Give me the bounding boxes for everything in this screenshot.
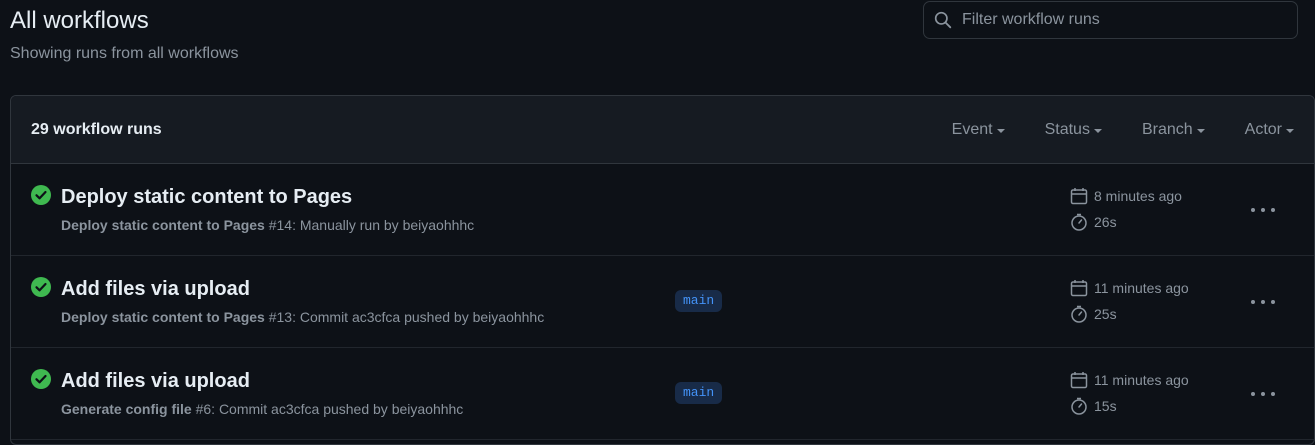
- kebab-dot: [1251, 392, 1255, 396]
- run-detail: #13: Commit ac3cfca pushed by beiyaohhhc: [264, 309, 545, 325]
- run-detail: #14: Manually run by beiyaohhhc: [264, 217, 475, 233]
- kebab-dot: [1271, 300, 1275, 304]
- check-circle-icon: [31, 277, 51, 297]
- filter-bar: Event Status Branch Actor: [952, 121, 1294, 139]
- run-time-label: 11 minutes ago: [1094, 372, 1189, 388]
- run-duration: 25s: [1070, 305, 1117, 323]
- run-duration: 26s: [1070, 213, 1117, 231]
- status-filter-dropdown[interactable]: Status: [1045, 121, 1102, 139]
- kebab-dot: [1261, 208, 1265, 212]
- branch-badge[interactable]: main: [675, 290, 723, 312]
- more-options-button[interactable]: [1248, 382, 1278, 406]
- stopwatch-icon: [1071, 397, 1087, 415]
- workflow-run-row[interactable]: Deploy static content to Pages Deploy st…: [11, 164, 1314, 256]
- kebab-dot: [1271, 392, 1275, 396]
- run-time-label: 8 minutes ago: [1094, 188, 1182, 204]
- page-subtitle: Showing runs from all workflows: [10, 45, 239, 62]
- page-title: All workflows: [10, 7, 149, 34]
- run-time-label: 11 minutes ago: [1094, 280, 1189, 296]
- branch-filter-label: Branch: [1141, 120, 1193, 138]
- calendar-icon: [1070, 280, 1088, 297]
- kebab-dot: [1261, 392, 1265, 396]
- stopwatch-icon: [1071, 213, 1087, 231]
- actor-filter-label: Actor: [1244, 120, 1282, 138]
- actor-filter-dropdown[interactable]: Actor: [1245, 121, 1294, 139]
- status-filter-label: Status: [1044, 120, 1090, 138]
- run-workflow-name: Deploy static content to Pages: [61, 309, 265, 325]
- check-circle-icon: [31, 185, 51, 205]
- run-title-link[interactable]: Add files via upload: [61, 369, 250, 393]
- workflow-runs-list: 29 workflow runs Event Status Branch Act…: [10, 95, 1315, 445]
- search-icon: [934, 11, 952, 29]
- run-duration-label: 26s: [1094, 214, 1117, 230]
- stopwatch-icon: [1071, 305, 1087, 323]
- run-meta: Generate config file #6: Commit ac3cfca …: [61, 400, 463, 418]
- kebab-dot: [1261, 300, 1265, 304]
- calendar-icon: [1070, 372, 1088, 389]
- calendar-icon: [1070, 188, 1088, 205]
- run-meta: Deploy static content to Pages #13: Comm…: [61, 308, 544, 326]
- event-filter-label: Event: [951, 120, 993, 138]
- filter-runs-input[interactable]: [962, 11, 1282, 29]
- run-detail: #6: Commit ac3cfca pushed by beiyaohhhc: [191, 401, 464, 417]
- run-time: 11 minutes ago: [1070, 371, 1189, 389]
- kebab-dot: [1251, 300, 1255, 304]
- kebab-dot: [1251, 208, 1255, 212]
- chevron-down-icon: [1093, 128, 1102, 133]
- filter-runs-search[interactable]: [923, 1, 1298, 39]
- run-time: 11 minutes ago: [1070, 279, 1189, 297]
- run-meta: Deploy static content to Pages #14: Manu…: [61, 216, 474, 234]
- run-duration-label: 25s: [1094, 306, 1117, 322]
- branch-filter-dropdown[interactable]: Branch: [1142, 121, 1205, 139]
- chevron-down-icon: [996, 128, 1005, 133]
- run-duration: 15s: [1070, 397, 1117, 415]
- branch-badge[interactable]: main: [675, 382, 723, 404]
- runs-list-header: 29 workflow runs Event Status Branch Act…: [11, 96, 1314, 164]
- run-time: 8 minutes ago: [1070, 187, 1182, 205]
- more-options-button[interactable]: [1248, 290, 1278, 314]
- run-workflow-name: Deploy static content to Pages: [61, 217, 265, 233]
- check-circle-icon: [31, 369, 51, 389]
- event-filter-dropdown[interactable]: Event: [952, 121, 1005, 139]
- more-options-button[interactable]: [1248, 198, 1278, 222]
- chevron-down-icon: [1286, 128, 1294, 133]
- workflow-run-count: 29 workflow runs: [31, 120, 162, 138]
- chevron-down-icon: [1196, 128, 1205, 133]
- run-duration-label: 15s: [1094, 398, 1117, 414]
- page-header: All workflows Showing runs from all work…: [10, 6, 239, 64]
- run-title-link[interactable]: Deploy static content to Pages: [61, 185, 352, 209]
- run-workflow-name: Generate config file: [61, 401, 192, 417]
- workflow-run-row[interactable]: Add files via upload Deploy static conte…: [11, 256, 1314, 348]
- run-title-link[interactable]: Add files via upload: [61, 277, 250, 301]
- workflow-run-row[interactable]: Add files via upload Generate config fil…: [11, 348, 1314, 440]
- kebab-dot: [1271, 208, 1275, 212]
